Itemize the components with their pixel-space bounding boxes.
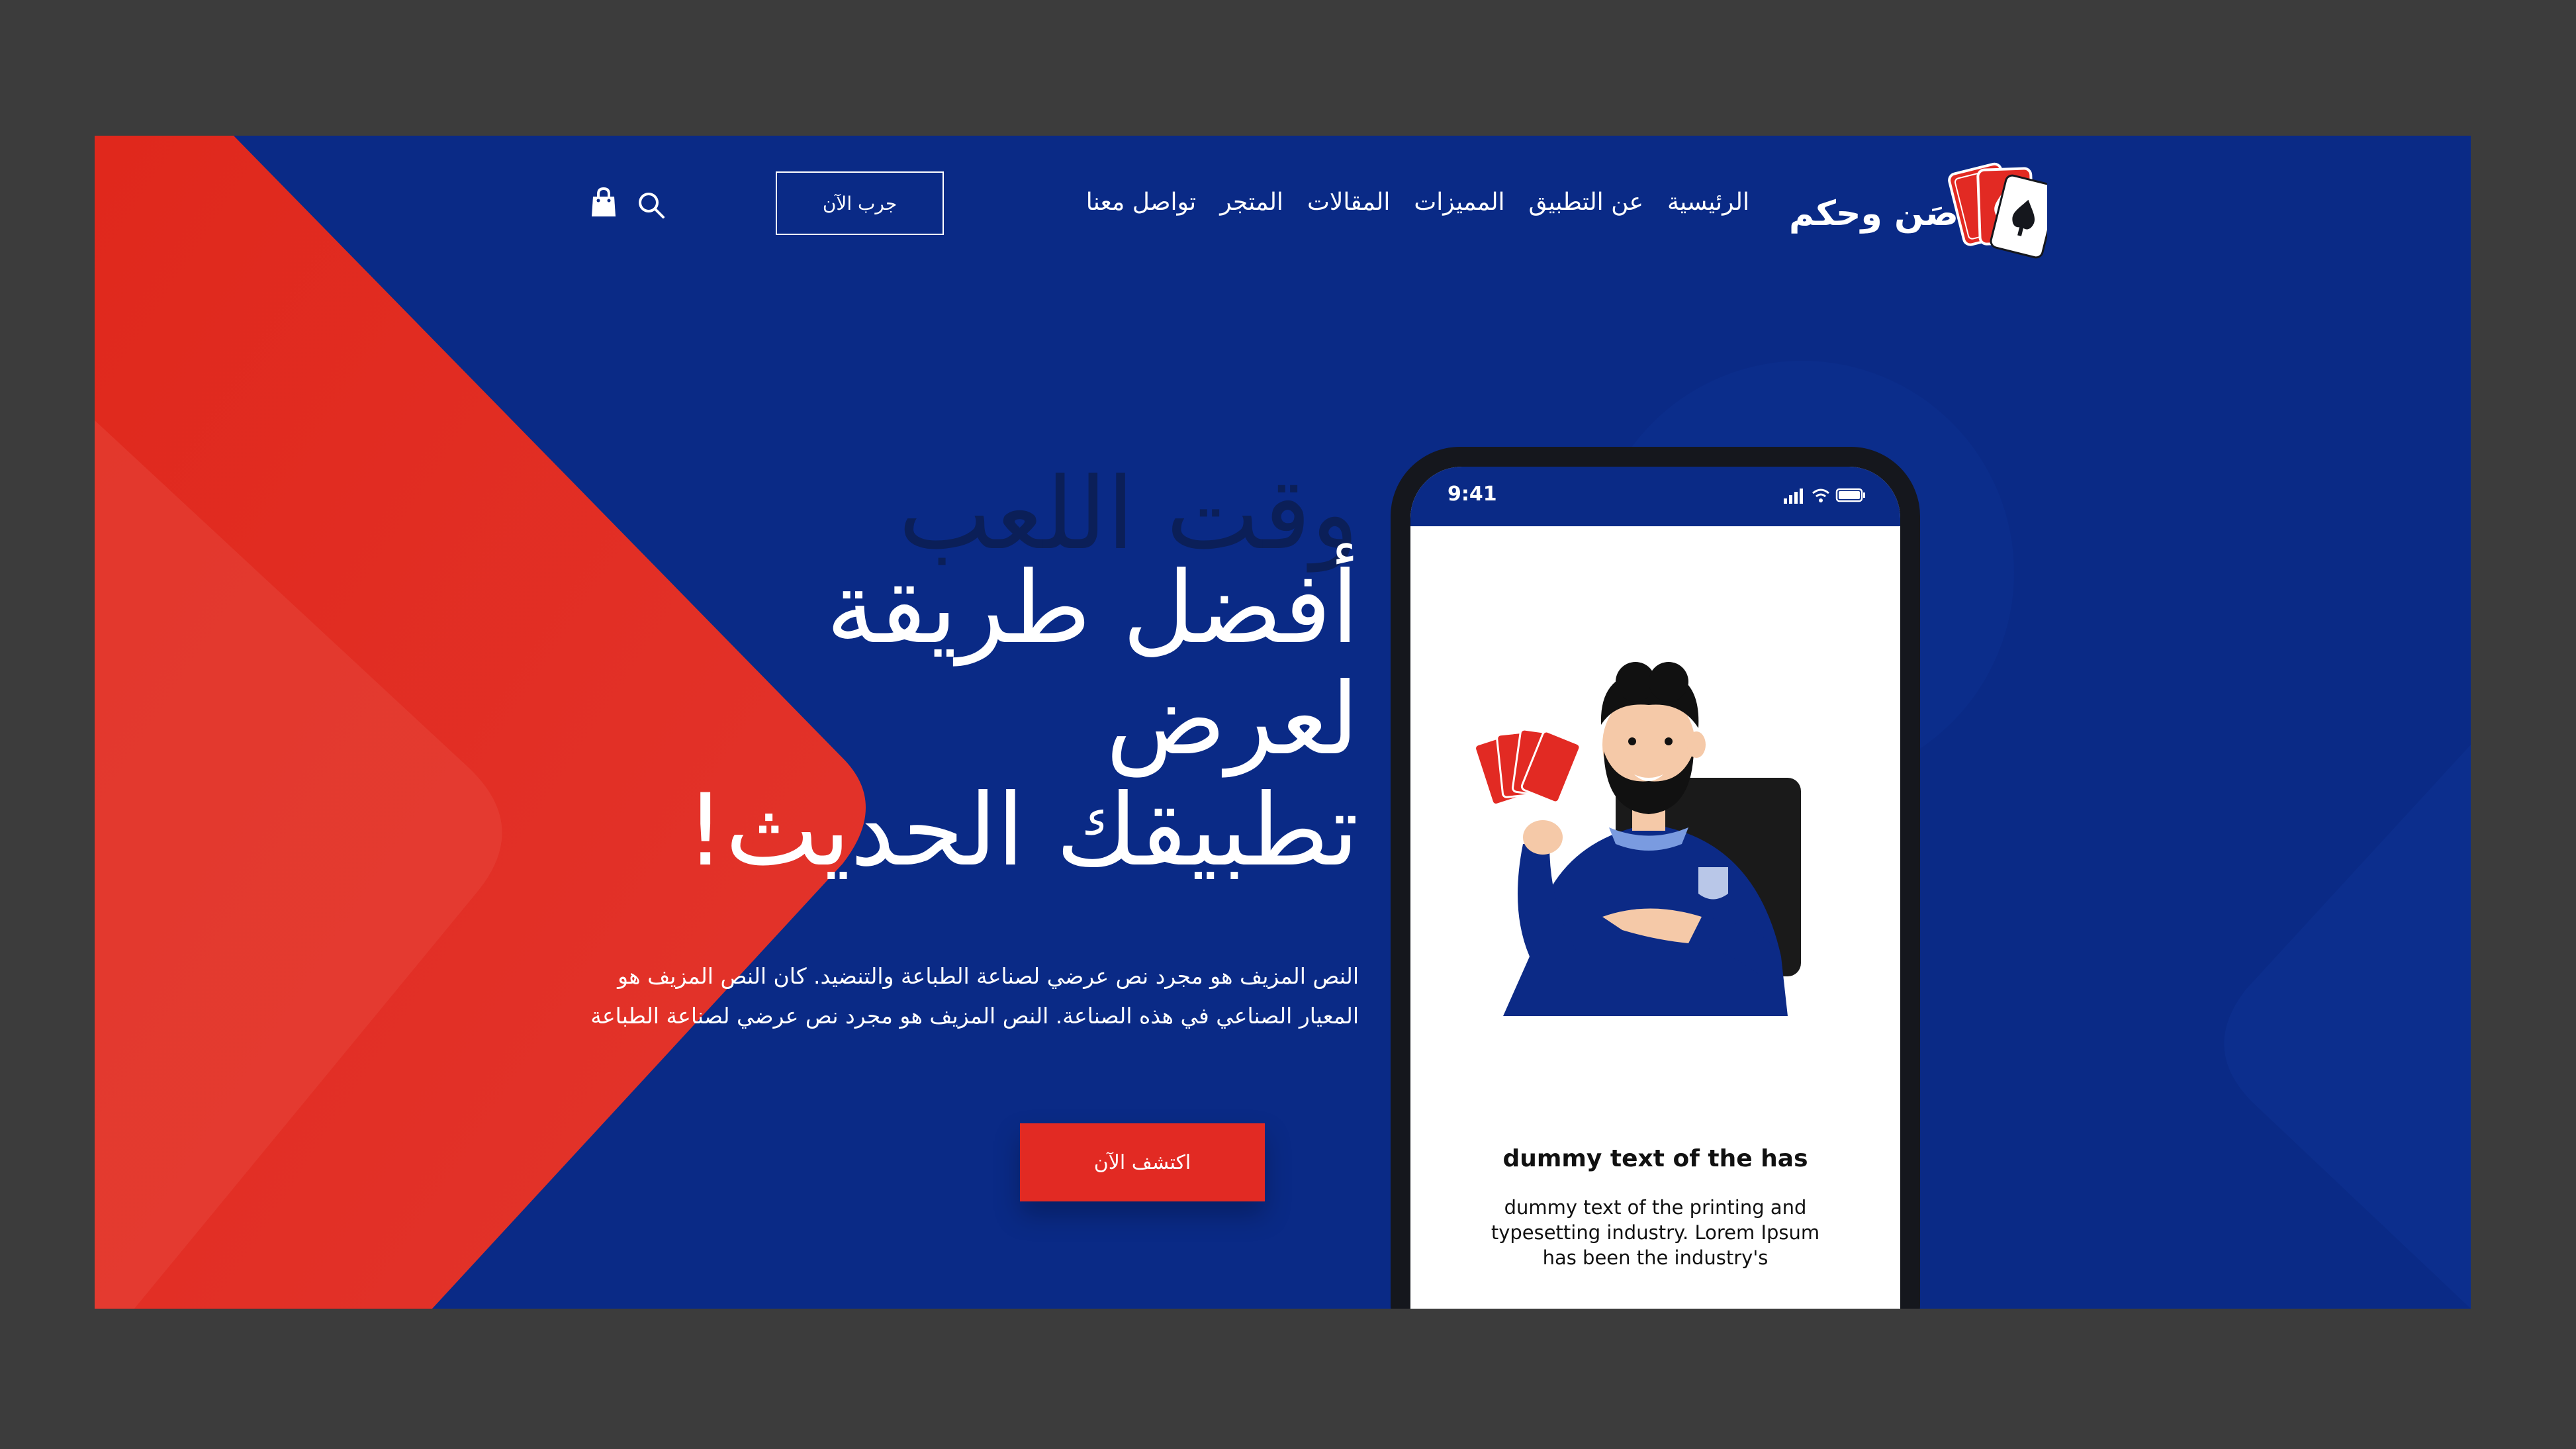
screen-title: dummy text of the has — [1502, 1145, 1808, 1172]
landing-page: صَن وحكم الرئيسية عن التطبيق المميزات ال… — [95, 136, 2471, 1309]
status-icons — [1784, 488, 1865, 504]
phone-mockup: 9:41 dummy text of the has dummy text of… — [1391, 447, 1920, 1309]
card-player-illustration — [1474, 662, 1801, 1016]
discover-now-button[interactable]: اكتشف الآن — [1020, 1123, 1265, 1201]
shopping-bag-icon[interactable] — [590, 187, 618, 218]
hero-description: النص المزيف هو مجرد نص عرضي لصناعة الطبا… — [590, 963, 1359, 1029]
try-now-button[interactable]: جرب الآن — [776, 171, 944, 235]
nav-item-home[interactable]: الرئيسية — [1667, 189, 1749, 216]
brand-name[interactable]: صَن وحكم — [1733, 194, 1958, 234]
nav-item-articles[interactable]: المقالات — [1307, 189, 1390, 216]
hero-title-line-2: لعرض — [1105, 662, 1359, 777]
nav-menu: الرئيسية عن التطبيق المميزات المقالات ال… — [1035, 189, 1749, 216]
screen-description: dummy text of the printing and typesetti… — [1491, 1196, 1820, 1269]
navbar: صَن وحكم الرئيسية عن التطبيق المميزات ال… — [95, 136, 2471, 268]
hero-title: أفضل طريقة لعرض تطبيقك الحديث! — [465, 553, 1359, 886]
nav-item-contact[interactable]: تواصل معنا — [1086, 189, 1196, 216]
hero-title-line-1: أفضل طريقة — [826, 551, 1359, 666]
phone-screen: 9:41 dummy text of the has dummy text of… — [1410, 467, 1900, 1309]
nav-item-features[interactable]: المميزات — [1414, 189, 1504, 216]
nav-item-store[interactable]: المتجر — [1220, 189, 1283, 216]
status-time: 9:41 — [1448, 483, 1497, 506]
nav-item-about[interactable]: عن التطبيق — [1529, 189, 1643, 216]
hero-title-line-3: تطبيقك الحديث! — [685, 773, 1359, 888]
phone-status-bar: 9:41 — [1410, 467, 1900, 526]
search-icon[interactable] — [636, 190, 667, 220]
